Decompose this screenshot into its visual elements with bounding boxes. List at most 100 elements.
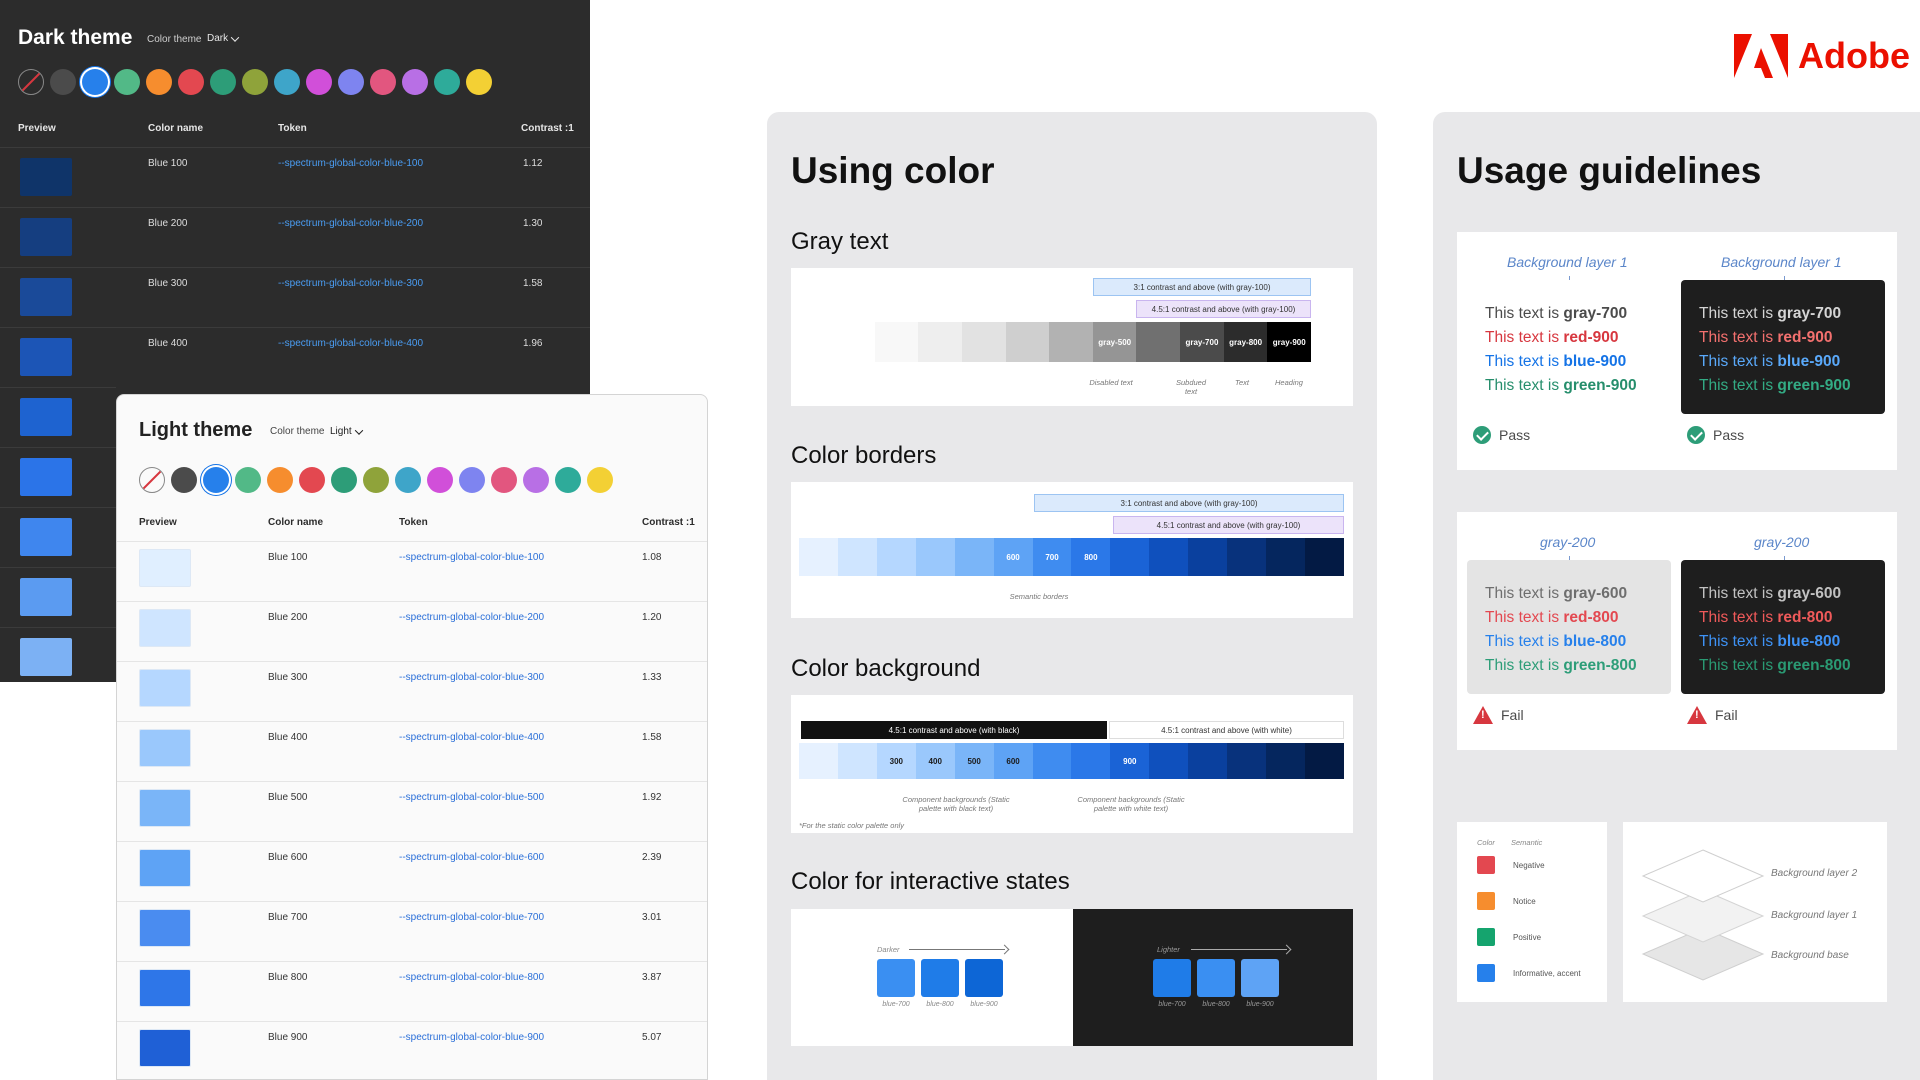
color-theme-dropdown[interactable]: Light <box>330 425 363 437</box>
color-swatch[interactable] <box>114 69 140 95</box>
footnote-static-palette: *For the static color palette only <box>799 821 905 830</box>
chevron-down-icon <box>354 425 363 435</box>
color-step <box>837 538 877 576</box>
row-divider <box>0 507 116 508</box>
token-link[interactable]: --spectrum-global-color-blue-100 <box>399 552 544 563</box>
token-link[interactable]: --spectrum-global-color-blue-200 <box>278 218 423 229</box>
token-link[interactable]: --spectrum-global-color-blue-700 <box>399 912 544 923</box>
color-swatch[interactable] <box>210 69 236 95</box>
sample-token: green-900 <box>1777 377 1851 394</box>
color-step: 600 <box>993 743 1033 779</box>
color-swatch[interactable] <box>146 69 172 95</box>
caption-heading: Heading <box>1275 378 1303 387</box>
token-link[interactable]: --spectrum-global-color-blue-600 <box>399 852 544 863</box>
color-swatch[interactable] <box>491 467 517 493</box>
color-swatch[interactable] <box>267 467 293 493</box>
sample-prefix: This text is <box>1699 329 1778 346</box>
token-link[interactable]: --spectrum-global-color-blue-900 <box>399 1032 544 1043</box>
layer-label-dark: gray-200 <box>1754 534 1810 550</box>
color-swatch[interactable] <box>82 69 108 95</box>
color-swatch[interactable] <box>370 69 396 95</box>
color-swatch[interactable] <box>434 69 460 95</box>
color-step <box>874 322 919 362</box>
color-swatch[interactable] <box>171 467 197 493</box>
interactive-states-heading: Color for interactive states <box>791 868 1070 895</box>
legend-label: Informative, accent <box>1513 968 1581 978</box>
color-swatch[interactable] <box>203 467 229 493</box>
state-swatch: blue-800 <box>1197 959 1235 1008</box>
color-step: 600 <box>993 538 1033 576</box>
color-swatch[interactable] <box>274 69 300 95</box>
color-theme-value: Light <box>330 426 352 437</box>
sample-prefix: This text is <box>1485 353 1564 370</box>
sample-text-line: This text is gray-700 <box>1699 302 1885 326</box>
alert-triangle-icon <box>1473 706 1493 724</box>
color-theme-dropdown[interactable]: Dark <box>207 32 240 44</box>
token-link[interactable]: --spectrum-global-color-blue-100 <box>278 158 423 169</box>
color-swatch[interactable] <box>459 467 485 493</box>
fail-status-dark: Fail <box>1687 706 1738 724</box>
adobe-logo-icon <box>1734 34 1788 78</box>
color-step: gray-700 <box>1180 322 1224 362</box>
sample-prefix: This text is <box>1699 585 1778 602</box>
dark-swatch-row <box>18 69 492 95</box>
sample-text-line: This text is blue-800 <box>1485 630 1671 654</box>
color-step <box>799 538 838 576</box>
pass-dark-sample: This text is gray-700 This text is red-90… <box>1681 280 1885 414</box>
blue-border-strip: 600 700 800 <box>799 538 1344 576</box>
contrast-cell: 1.12 <box>523 158 543 169</box>
sample-text-line: This text is green-800 <box>1485 654 1671 678</box>
swatch-none[interactable] <box>139 467 165 493</box>
pass-status-dark: Pass <box>1687 426 1744 444</box>
color-swatch[interactable] <box>363 467 389 493</box>
color-swatch[interactable] <box>235 467 261 493</box>
color-swatch[interactable] <box>242 69 268 95</box>
color-swatch[interactable] <box>427 467 453 493</box>
token-link[interactable]: --spectrum-global-color-blue-500 <box>399 792 544 803</box>
color-swatch[interactable] <box>466 69 492 95</box>
sample-text-line: This text is red-800 <box>1699 606 1885 630</box>
color-swatch[interactable] <box>338 69 364 95</box>
color-swatch[interactable] <box>299 467 325 493</box>
token-link[interactable]: --spectrum-global-color-blue-300 <box>278 278 423 289</box>
dark-theme-title: Dark theme <box>18 26 133 49</box>
color-swatch[interactable] <box>587 467 613 493</box>
alert-triangle-icon <box>1687 706 1707 724</box>
color-name-cell: Blue 400 <box>268 732 308 743</box>
token-link[interactable]: --spectrum-global-color-blue-400 <box>399 732 544 743</box>
color-background-heading: Color background <box>791 655 981 682</box>
sample-token: red-900 <box>1777 329 1833 346</box>
gray-text-heading: Gray text <box>791 228 889 255</box>
state-swatch-color <box>965 959 1003 997</box>
sample-text-line: This text is blue-900 <box>1699 350 1885 374</box>
color-swatch[interactable] <box>331 467 357 493</box>
color-step <box>799 743 838 779</box>
color-swatch[interactable] <box>50 69 76 95</box>
sample-prefix: This text is <box>1485 609 1564 626</box>
state-swatch-label: blue-800 <box>1202 1001 1230 1008</box>
color-name-cell: Blue 300 <box>268 672 308 683</box>
sample-text-line: This text is green-800 <box>1699 654 1885 678</box>
state-swatch-color <box>877 959 915 997</box>
legend-swatch <box>1477 856 1495 874</box>
color-step <box>876 538 916 576</box>
color-swatch[interactable] <box>306 69 332 95</box>
swatch-none[interactable] <box>18 69 44 95</box>
token-link[interactable]: --spectrum-global-color-blue-400 <box>278 338 423 349</box>
token-link[interactable]: --spectrum-global-color-blue-200 <box>399 612 544 623</box>
color-swatch[interactable] <box>402 69 428 95</box>
row-divider <box>0 447 116 448</box>
legend-header-color: Color <box>1477 838 1495 847</box>
preview-swatch <box>20 578 72 616</box>
color-swatch[interactable] <box>523 467 549 493</box>
color-swatch[interactable] <box>555 467 581 493</box>
pass-label: Pass <box>1499 427 1531 443</box>
color-swatch[interactable] <box>178 69 204 95</box>
color-swatch[interactable] <box>395 467 421 493</box>
contrast-cell: 1.20 <box>642 612 662 623</box>
adobe-wordmark: Adobe <box>1798 35 1910 76</box>
token-link[interactable]: --spectrum-global-color-blue-300 <box>399 672 544 683</box>
contrast-cell: 1.33 <box>642 672 662 683</box>
legend-swatch <box>1477 892 1495 910</box>
token-link[interactable]: --spectrum-global-color-blue-800 <box>399 972 544 983</box>
